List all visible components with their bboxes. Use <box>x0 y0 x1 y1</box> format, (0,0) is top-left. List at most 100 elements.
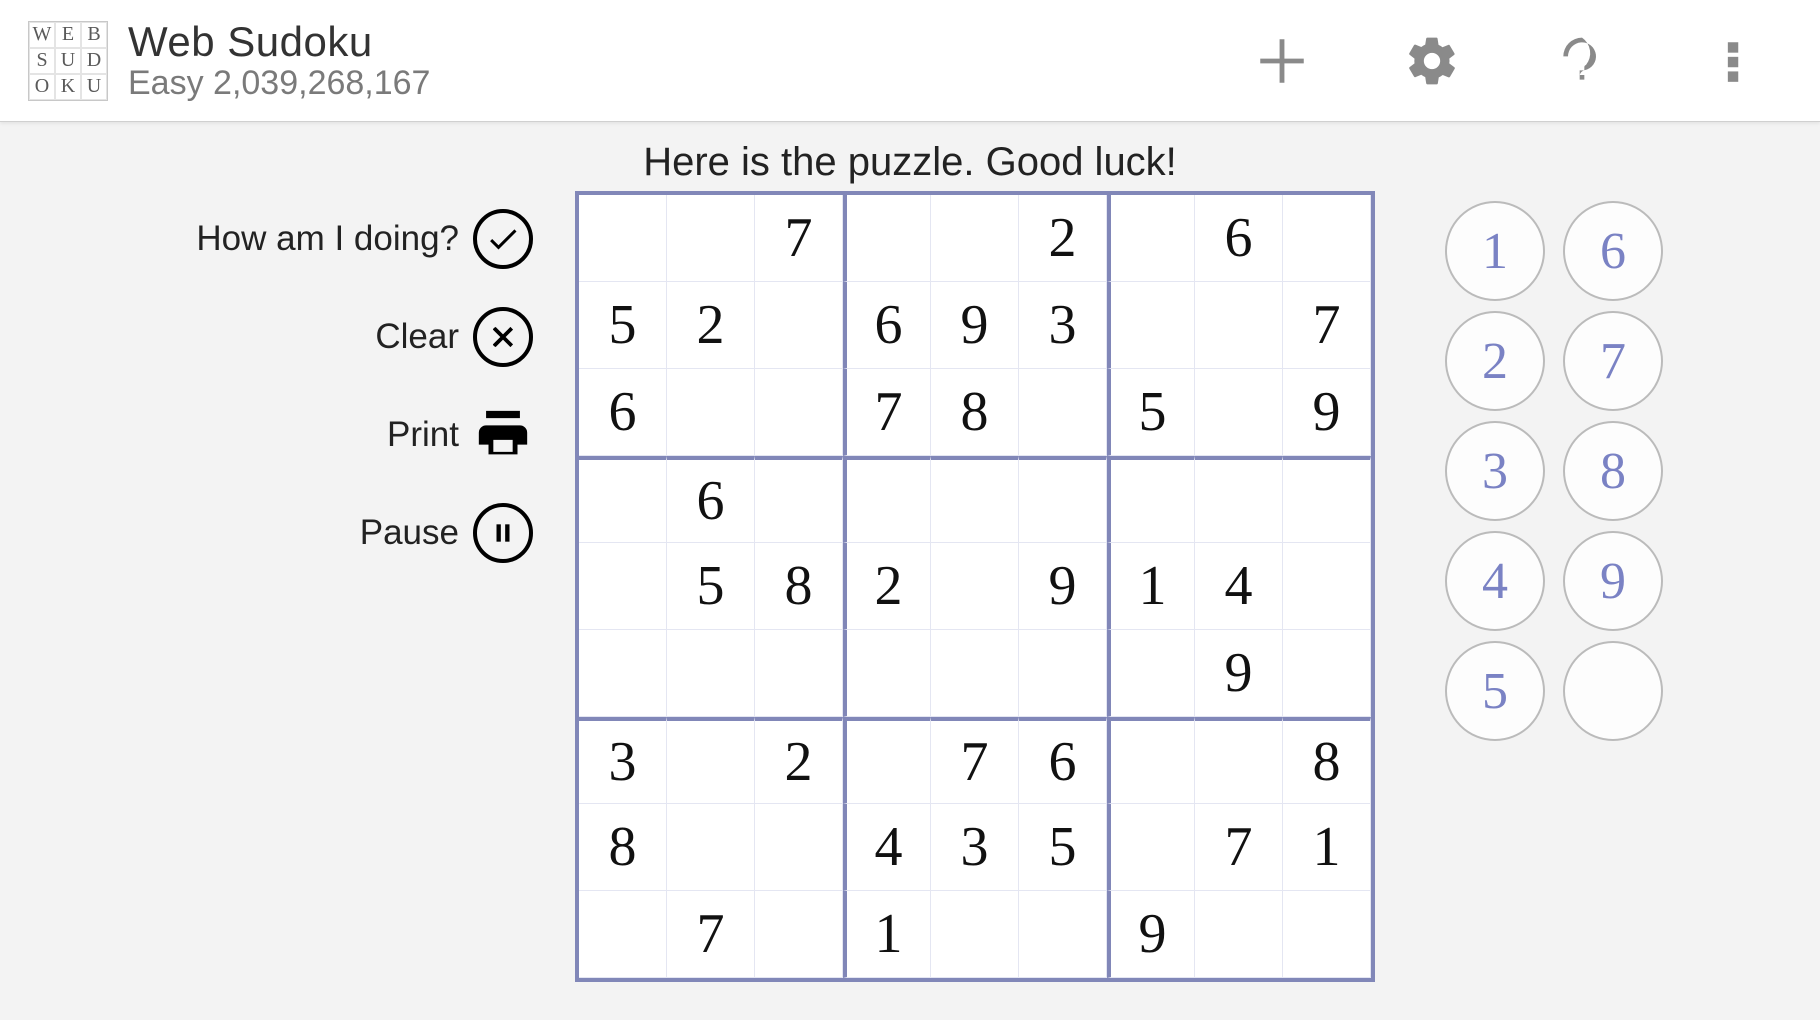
sudoku-cell[interactable] <box>1107 195 1195 282</box>
sudoku-cell[interactable]: 1 <box>1283 804 1371 891</box>
sudoku-cell[interactable]: 6 <box>667 456 755 543</box>
sudoku-cell[interactable] <box>755 630 843 717</box>
sudoku-cell[interactable] <box>1195 456 1283 543</box>
numpad-6[interactable]: 6 <box>1563 201 1663 301</box>
sudoku-cell[interactable] <box>1283 456 1371 543</box>
sudoku-cell[interactable] <box>1283 543 1371 630</box>
numpad-1[interactable]: 1 <box>1445 201 1545 301</box>
sudoku-cell[interactable]: 9 <box>1019 543 1107 630</box>
numpad-7[interactable]: 7 <box>1563 311 1663 411</box>
sudoku-cell[interactable] <box>755 369 843 456</box>
sudoku-cell[interactable] <box>843 630 931 717</box>
sudoku-cell[interactable] <box>1107 282 1195 369</box>
sudoku-cell[interactable] <box>667 195 755 282</box>
sudoku-cell[interactable] <box>931 543 1019 630</box>
sudoku-cell[interactable]: 2 <box>1019 195 1107 282</box>
sudoku-cell[interactable] <box>1107 717 1195 804</box>
sudoku-cell[interactable] <box>1107 456 1195 543</box>
pause-button[interactable]: Pause <box>360 503 533 563</box>
sudoku-cell[interactable] <box>579 630 667 717</box>
numpad-5[interactable]: 5 <box>1445 641 1545 741</box>
sudoku-cell[interactable]: 1 <box>1107 543 1195 630</box>
sudoku-cell[interactable]: 3 <box>579 717 667 804</box>
settings-icon[interactable] <box>1400 29 1464 93</box>
sudoku-cell[interactable] <box>1195 717 1283 804</box>
sudoku-cell[interactable] <box>1019 369 1107 456</box>
check-button[interactable]: How am I doing? <box>196 209 533 269</box>
new-puzzle-icon[interactable] <box>1250 29 1314 93</box>
sudoku-cell[interactable]: 1 <box>843 891 931 978</box>
sudoku-cell[interactable]: 5 <box>579 282 667 369</box>
numpad-9[interactable]: 9 <box>1563 531 1663 631</box>
more-icon[interactable] <box>1700 29 1764 93</box>
sudoku-cell[interactable] <box>667 717 755 804</box>
print-button[interactable]: Print <box>387 405 533 465</box>
sudoku-cell[interactable]: 2 <box>755 717 843 804</box>
sudoku-cell[interactable]: 4 <box>843 804 931 891</box>
sudoku-cell[interactable] <box>931 891 1019 978</box>
help-icon[interactable] <box>1550 29 1614 93</box>
sudoku-cell[interactable]: 8 <box>931 369 1019 456</box>
sudoku-cell[interactable]: 3 <box>931 804 1019 891</box>
sudoku-cell[interactable]: 5 <box>667 543 755 630</box>
numpad-2[interactable]: 2 <box>1445 311 1545 411</box>
sudoku-cell[interactable]: 8 <box>755 543 843 630</box>
sudoku-cell[interactable]: 6 <box>1195 195 1283 282</box>
sudoku-cell[interactable]: 5 <box>1107 369 1195 456</box>
numpad-8[interactable]: 8 <box>1563 421 1663 521</box>
sudoku-cell[interactable]: 7 <box>667 891 755 978</box>
sudoku-cell[interactable]: 6 <box>579 369 667 456</box>
sudoku-cell[interactable]: 7 <box>1283 282 1371 369</box>
check-icon <box>473 209 533 269</box>
sudoku-cell[interactable] <box>579 543 667 630</box>
sudoku-cell[interactable] <box>1019 456 1107 543</box>
sudoku-cell[interactable] <box>1283 891 1371 978</box>
sudoku-cell[interactable]: 9 <box>1195 630 1283 717</box>
sudoku-cell[interactable]: 4 <box>1195 543 1283 630</box>
sudoku-cell[interactable]: 7 <box>755 195 843 282</box>
sudoku-cell[interactable] <box>667 369 755 456</box>
sudoku-cell[interactable] <box>755 456 843 543</box>
sudoku-cell[interactable] <box>667 804 755 891</box>
sudoku-cell[interactable] <box>931 195 1019 282</box>
sudoku-cell[interactable]: 2 <box>843 543 931 630</box>
sudoku-cell[interactable]: 2 <box>667 282 755 369</box>
sudoku-cell[interactable]: 7 <box>1195 804 1283 891</box>
sudoku-cell[interactable] <box>843 195 931 282</box>
sudoku-cell[interactable] <box>1019 630 1107 717</box>
sudoku-cell[interactable]: 8 <box>579 804 667 891</box>
sudoku-cell[interactable] <box>1195 891 1283 978</box>
numpad-3[interactable]: 3 <box>1445 421 1545 521</box>
sudoku-cell[interactable]: 9 <box>931 282 1019 369</box>
sudoku-cell[interactable] <box>1283 630 1371 717</box>
sudoku-cell[interactable] <box>579 195 667 282</box>
sudoku-cell[interactable] <box>1195 369 1283 456</box>
sudoku-cell[interactable]: 3 <box>1019 282 1107 369</box>
sudoku-cell[interactable] <box>1019 891 1107 978</box>
numpad-4[interactable]: 4 <box>1445 531 1545 631</box>
sudoku-cell[interactable]: 8 <box>1283 717 1371 804</box>
sudoku-cell[interactable] <box>931 630 1019 717</box>
sudoku-cell[interactable] <box>579 456 667 543</box>
sudoku-cell[interactable]: 9 <box>1107 891 1195 978</box>
sudoku-cell[interactable] <box>1195 282 1283 369</box>
sudoku-cell[interactable] <box>843 717 931 804</box>
sudoku-cell[interactable] <box>1107 630 1195 717</box>
sudoku-cell[interactable] <box>755 804 843 891</box>
sudoku-cell[interactable] <box>843 456 931 543</box>
sudoku-cell[interactable]: 5 <box>1019 804 1107 891</box>
sudoku-cell[interactable] <box>931 456 1019 543</box>
clear-button[interactable]: Clear <box>375 307 533 367</box>
sudoku-cell[interactable] <box>755 282 843 369</box>
sudoku-cell[interactable]: 7 <box>931 717 1019 804</box>
sudoku-cell[interactable]: 9 <box>1283 369 1371 456</box>
sudoku-cell[interactable] <box>1283 195 1371 282</box>
sudoku-cell[interactable]: 6 <box>1019 717 1107 804</box>
sudoku-cell[interactable] <box>579 891 667 978</box>
sudoku-cell[interactable] <box>1107 804 1195 891</box>
sudoku-cell[interactable] <box>755 891 843 978</box>
sudoku-cell[interactable]: 7 <box>843 369 931 456</box>
sudoku-cell[interactable] <box>667 630 755 717</box>
sudoku-cell[interactable]: 6 <box>843 282 931 369</box>
numpad-empty[interactable] <box>1563 641 1663 741</box>
